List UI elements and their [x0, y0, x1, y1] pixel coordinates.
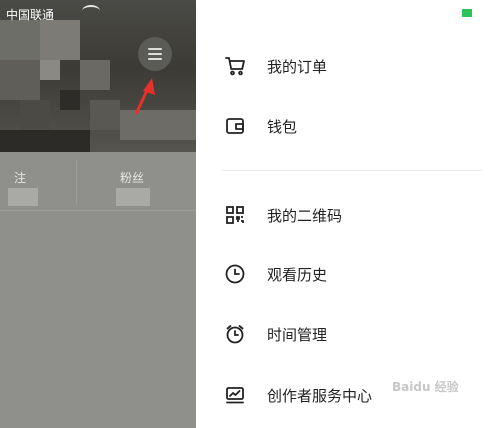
blurred-pixel — [0, 60, 40, 100]
drawer-item-label: 我的订单 — [267, 57, 328, 76]
profile-overlay[interactable]: 中国联通 注 粉丝 — [0, 0, 196, 428]
menu-button[interactable] — [138, 37, 172, 71]
qrcode-icon — [222, 202, 248, 228]
drawer-item-wallet[interactable]: 钱包 — [222, 110, 297, 142]
blurred-pixel — [90, 100, 120, 130]
blurred-pixel — [40, 20, 80, 60]
stat-value-blurred — [116, 188, 150, 206]
drawer-item-qrcode[interactable]: 我的二维码 — [222, 199, 342, 231]
stat-label-following: 注 — [14, 171, 27, 185]
drawer-item-label: 时间管理 — [267, 325, 328, 344]
drawer-item-label: 钱包 — [267, 117, 298, 136]
signal-arc-icon — [82, 5, 100, 17]
carrier-label: 中国联通 — [6, 8, 55, 22]
section-divider — [0, 210, 196, 211]
drawer-item-creator-center[interactable]: 创作者服务中心 — [222, 379, 372, 411]
blurred-pixel — [0, 20, 40, 60]
blurred-pixel — [60, 90, 80, 110]
baidu-watermark: Baidu 经验 — [392, 380, 459, 394]
battery-icon — [462, 9, 472, 17]
blurred-pixel — [40, 60, 60, 80]
blurred-pixel — [20, 100, 50, 130]
chart-monitor-icon — [222, 382, 248, 408]
stat-value-blurred — [8, 188, 38, 206]
drawer-item-history[interactable]: 观看历史 — [222, 258, 327, 290]
wallet-icon — [222, 113, 248, 139]
clock-icon — [222, 261, 248, 287]
blurred-pixel — [0, 130, 90, 152]
drawer-divider — [222, 170, 482, 171]
drawer-item-time-management[interactable]: 时间管理 — [222, 318, 327, 350]
cart-icon — [222, 53, 248, 79]
blurred-pixel — [120, 110, 196, 140]
drawer-item-label: 创作者服务中心 — [267, 386, 373, 405]
drawer-item-label: 我的二维码 — [267, 206, 343, 225]
stat-label-fans: 粉丝 — [120, 171, 145, 185]
stat-divider — [76, 160, 77, 204]
alarm-clock-icon — [222, 321, 248, 347]
drawer-item-label: 观看历史 — [267, 265, 328, 284]
drawer-item-orders[interactable]: 我的订单 — [222, 50, 327, 82]
blurred-pixel — [80, 60, 110, 90]
hamburger-icon — [148, 48, 162, 50]
